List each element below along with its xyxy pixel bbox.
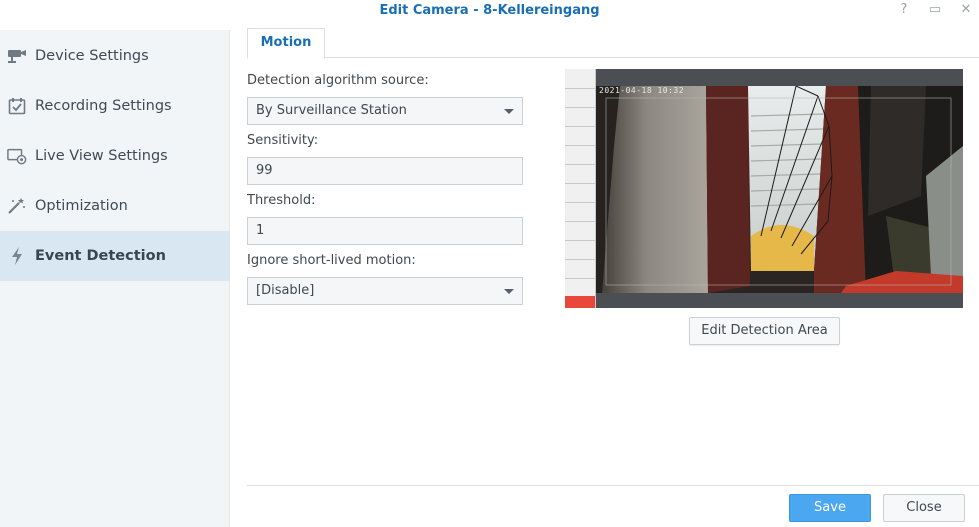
sensitivity-input[interactable]: 99: [247, 157, 523, 185]
camera-icon: [7, 46, 27, 66]
sidebar-item-label: Live View Settings: [35, 148, 168, 164]
lightning-icon: [7, 246, 27, 266]
sidebar-item-live-view-settings[interactable]: Live View Settings: [0, 131, 230, 181]
edit-detection-area-button[interactable]: Edit Detection Area: [689, 317, 840, 345]
title-bar: Edit Camera - 8-Kellereingang ? ▭ ✕: [0, 0, 979, 24]
chevron-down-icon: [504, 289, 514, 294]
sidebar-item-label: Device Settings: [35, 48, 149, 64]
camera-image: 2021-04-18 10:32: [596, 86, 963, 293]
maximize-icon[interactable]: ▭: [926, 2, 944, 18]
camera-preview: 2021-04-18 10:32: [565, 69, 963, 308]
live-view-icon: [7, 146, 27, 166]
close-button[interactable]: Close: [883, 494, 965, 522]
source-select[interactable]: By Surveillance Station: [247, 97, 523, 125]
sidebar-item-label: Recording Settings: [35, 98, 172, 114]
sensitivity-value: 99: [256, 163, 273, 178]
magic-wand-icon: [7, 196, 27, 216]
source-label: Detection algorithm source:: [247, 73, 429, 88]
motion-level-fill: [565, 296, 595, 308]
ignore-motion-select[interactable]: [Disable]: [247, 277, 523, 305]
ignore-motion-value: [Disable]: [256, 283, 315, 298]
ignore-motion-label: Ignore short-lived motion:: [247, 253, 416, 268]
save-button[interactable]: Save: [789, 494, 871, 522]
main-panel: Motion Detection algorithm source: By Su…: [231, 24, 979, 527]
motion-level-meter: [565, 69, 596, 308]
tab-bar: Motion: [247, 28, 979, 59]
tab-motion[interactable]: Motion: [247, 28, 325, 59]
camera-timestamp: 2021-04-18 10:32: [599, 86, 685, 95]
help-icon[interactable]: ?: [895, 2, 913, 18]
source-value: By Surveillance Station: [256, 103, 407, 118]
sidebar: Device Settings Recording Settings Live …: [0, 30, 230, 527]
sidebar-item-recording-settings[interactable]: Recording Settings: [0, 81, 230, 131]
footer-divider: [247, 485, 979, 486]
threshold-input[interactable]: 1: [247, 217, 523, 245]
sidebar-item-label: Optimization: [35, 198, 128, 214]
sidebar-item-optimization[interactable]: Optimization: [0, 181, 230, 231]
chevron-down-icon: [504, 109, 514, 114]
threshold-value: 1: [256, 223, 265, 238]
window-title: Edit Camera - 8-Kellereingang: [379, 3, 600, 18]
calendar-check-icon: [7, 96, 27, 116]
sidebar-item-device-settings[interactable]: Device Settings: [0, 31, 230, 81]
threshold-label: Threshold:: [247, 193, 316, 208]
sidebar-item-event-detection[interactable]: Event Detection: [0, 231, 230, 281]
sensitivity-label: Sensitivity:: [247, 133, 319, 148]
sidebar-item-label: Event Detection: [35, 248, 166, 264]
close-icon[interactable]: ✕: [957, 2, 975, 18]
